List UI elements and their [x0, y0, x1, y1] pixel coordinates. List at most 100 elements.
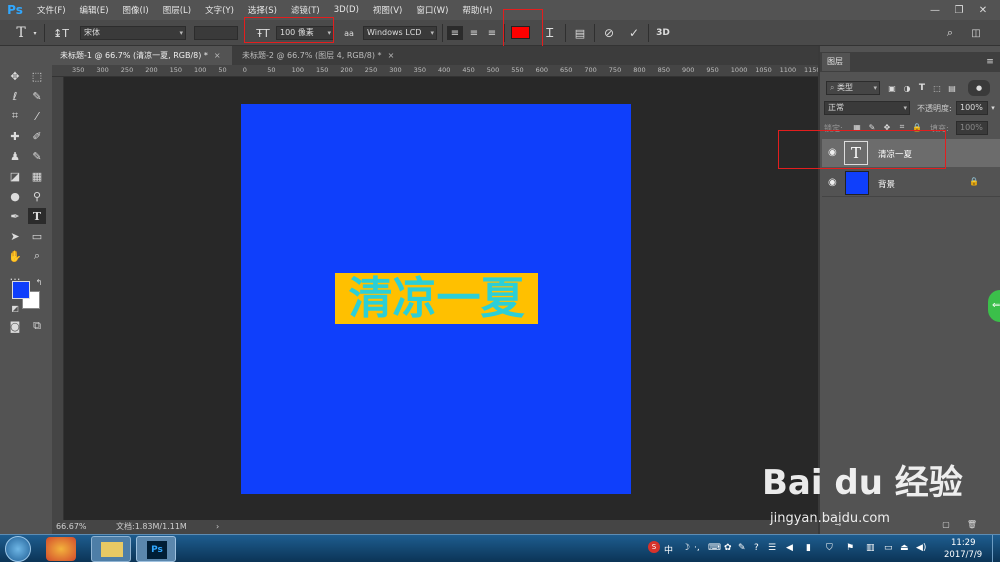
menu-filter[interactable]: 滤镜(T) [284, 4, 327, 16]
align-center-icon[interactable]: ≡ [466, 26, 482, 40]
chevron-down-icon[interactable]: ▾ [988, 101, 998, 115]
text-color-swatch[interactable] [511, 26, 530, 39]
filter-kind-select[interactable]: ⌕ 类型 ▾ [826, 81, 880, 95]
browser-taskbar-icon[interactable] [46, 537, 76, 561]
3d-button[interactable]: 3D [654, 25, 672, 41]
filter-smart-icon[interactable]: ▤ [946, 81, 958, 95]
lock-artboard-icon[interactable]: ⌗ [896, 121, 908, 133]
tab-layers[interactable]: 图层 [822, 53, 850, 71]
hand-tool-icon[interactable]: ✋ [6, 248, 24, 264]
pen-tool-icon[interactable]: ✒ [6, 208, 24, 224]
layer-name[interactable]: 清凉一夏 [878, 148, 912, 160]
fill-input[interactable]: 100% [956, 121, 988, 135]
lock-all-icon[interactable]: 🔒 [911, 121, 923, 133]
menu-layer[interactable]: 图层(L) [156, 4, 198, 16]
text-orientation-icon[interactable]: ↨T [52, 25, 70, 41]
menu-view[interactable]: 视图(V) [366, 4, 409, 16]
minimize-icon[interactable]: — [924, 0, 946, 20]
tab-document-2[interactable]: 未标题-2 @ 66.7% (图层 4, RGB/8) * × [234, 46, 410, 65]
security-icon[interactable]: ⛉ [826, 543, 833, 553]
lock-pixels-icon[interactable]: ✎ [866, 121, 878, 133]
menu-3d[interactable]: 3D(D) [327, 5, 366, 15]
dodge-tool-icon[interactable]: ⚲ [28, 188, 46, 204]
healing-brush-icon[interactable]: ✚ [6, 128, 24, 144]
zoom-tool-icon[interactable]: ⌕ [28, 248, 46, 264]
filter-toggle[interactable]: ● [968, 80, 990, 96]
rectangle-tool-icon[interactable]: ▭ [28, 228, 46, 244]
menu-file[interactable]: 文件(F) [30, 4, 73, 16]
close-icon[interactable]: × [388, 51, 395, 60]
panel-menu-icon[interactable]: ≡ [984, 56, 996, 68]
network-icon[interactable]: ▥ [866, 543, 875, 553]
eye-icon[interactable]: ◉ [828, 147, 837, 158]
eraser-icon[interactable]: ◪ [6, 168, 24, 184]
battery-icon[interactable]: ▮ [806, 543, 811, 553]
lasso-tool-icon[interactable]: ℓ [6, 88, 24, 104]
text-layer-highlight[interactable]: 清凉一夏 [335, 273, 538, 324]
volume-icon[interactable]: ◀) [916, 543, 926, 553]
warp-text-icon[interactable]: Ꮖ [541, 25, 559, 41]
menu-help[interactable]: 帮助(H) [455, 4, 499, 16]
marquee-tool-icon[interactable]: ⬚ [28, 68, 46, 84]
character-panel-icon[interactable]: ▤ [572, 25, 588, 41]
start-button[interactable] [5, 536, 31, 562]
font-family-select[interactable]: 宋体 ▾ [80, 26, 186, 40]
lock-transparent-icon[interactable]: ▦ [851, 121, 863, 133]
brush-tool-icon[interactable]: ✐ [28, 128, 46, 144]
eyedropper-icon[interactable]: ⁄ [28, 108, 46, 124]
gradient-icon[interactable]: ▦ [28, 168, 46, 184]
menu-image[interactable]: 图像(I) [116, 4, 156, 16]
show-desktop-button[interactable] [992, 535, 1000, 562]
font-size-select[interactable]: 100 像素 ▾ [276, 26, 334, 40]
ime-mode[interactable]: 中 [664, 543, 673, 556]
default-colors-icon[interactable]: ◩ [10, 303, 20, 313]
lock-position-icon[interactable]: ✥ [881, 121, 893, 133]
menu-select[interactable]: 选择(S) [241, 4, 284, 16]
filter-adjustment-icon[interactable]: ◑ [901, 81, 913, 95]
cancel-icon[interactable]: ⊘ [601, 25, 617, 41]
swap-colors-icon[interactable]: ↰ [34, 277, 44, 287]
display-icon[interactable]: ▭ [884, 543, 893, 553]
align-right-icon[interactable]: ≡ [484, 26, 500, 40]
filter-shape-icon[interactable]: ⬚ [931, 81, 943, 95]
eye-icon[interactable]: ◉ [828, 177, 837, 188]
crop-tool-icon[interactable]: ⌗ [6, 108, 24, 124]
commit-icon[interactable]: ✓ [626, 25, 642, 41]
explorer-taskbar-icon[interactable] [91, 536, 131, 562]
filter-type-icon[interactable]: T [916, 81, 928, 95]
floating-assistant-button[interactable]: ⇐ [988, 290, 1000, 322]
status-menu-arrow[interactable]: › [216, 520, 219, 534]
keyboard-icon[interactable]: ⌨ [708, 543, 721, 553]
history-brush-icon[interactable]: ✎ [28, 148, 46, 164]
screen-mode-icon[interactable]: ⧉ [28, 318, 46, 334]
opacity-input[interactable]: 100% [956, 101, 988, 115]
taskbar-clock[interactable]: 11:29 [951, 538, 976, 548]
menu-type[interactable]: 文字(Y) [198, 4, 241, 16]
zoom-level[interactable]: 66.67% [56, 520, 87, 534]
foreground-color-swatch[interactable] [12, 281, 30, 299]
restore-icon[interactable]: ❐ [948, 0, 970, 20]
type-tool-icon[interactable]: T [28, 208, 46, 224]
close-icon[interactable]: × [214, 51, 221, 60]
layer-row-background[interactable]: ◉ 背景 🔒 [822, 169, 1000, 197]
menu-window[interactable]: 窗口(W) [409, 4, 455, 16]
punctuation-icon[interactable]: ·, [694, 543, 700, 553]
taskbar-date[interactable]: 2017/7/9 [944, 550, 982, 560]
move-tool-icon[interactable]: ✥ [6, 68, 24, 84]
font-style-select[interactable] [194, 26, 238, 40]
search-icon[interactable]: ⌕ [942, 25, 958, 41]
blend-mode-select[interactable]: 正常 ▾ [824, 101, 910, 115]
moon-icon[interactable]: ☽ [682, 543, 690, 553]
close-icon[interactable]: ✕ [972, 0, 994, 20]
tab-document-1[interactable]: 未标题-1 @ 66.7% (清凉一夏, RGB/8) * × [52, 46, 232, 65]
skin-icon[interactable]: ✿ [724, 543, 732, 553]
quick-select-icon[interactable]: ✎ [28, 88, 46, 104]
clone-stamp-icon[interactable]: ♟ [6, 148, 24, 164]
blur-tool-icon[interactable]: ● [6, 188, 24, 204]
menu-tray-icon[interactable]: ☰ [768, 543, 776, 553]
antialias-select[interactable]: Windows LCD ▾ [363, 26, 437, 40]
layer-name[interactable]: 背景 [878, 178, 895, 190]
usb-icon[interactable]: ⏏ [900, 543, 909, 553]
filter-pixel-icon[interactable]: ▣ [886, 81, 898, 95]
help-icon[interactable]: ? [754, 543, 759, 553]
